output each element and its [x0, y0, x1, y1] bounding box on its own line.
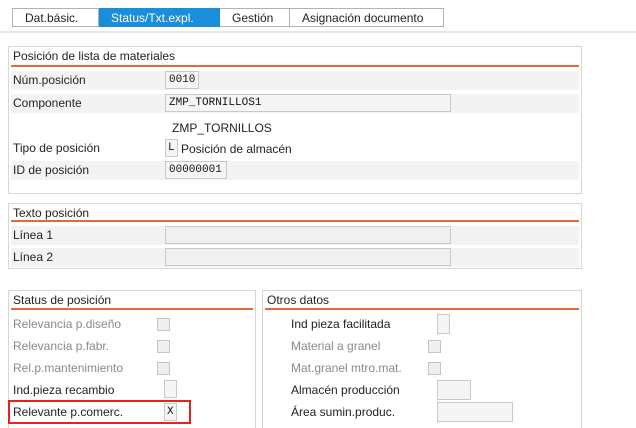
tab-dat-basic[interactable]: Dat.básic.	[12, 8, 99, 27]
texto-posicion-panel: Texto posición Línea 1 Línea 2	[8, 203, 582, 269]
relevancia-diseno-label: Relevancia p.diseño	[13, 317, 122, 331]
materials-panel: Posición de lista de materiales Núm.posi…	[8, 46, 582, 194]
almacen-produccion-label: Almacén producción	[291, 383, 400, 397]
otros-datos-title: Otros datos	[267, 293, 330, 307]
mat-granel-mtro-label: Mat.granel mtro.mat.	[291, 361, 402, 375]
rel-mantenimiento-checkbox[interactable]	[157, 362, 170, 375]
highlight-box	[8, 400, 191, 424]
ind-pieza-facilitada-field[interactable]	[437, 314, 450, 334]
area-sumin-produc-field[interactable]	[437, 402, 513, 422]
componente-field[interactable]: ZMP_TORNILLOS1	[165, 94, 451, 112]
linea-1-input[interactable]	[165, 226, 451, 244]
tab-divider	[0, 31, 636, 33]
status-posicion-title: Status de posición	[13, 293, 112, 307]
otros-datos-rule	[265, 308, 579, 310]
id-posicion-field[interactable]: 00000001	[165, 161, 227, 179]
texto-posicion-rule	[11, 220, 579, 222]
linea-1-label: Línea 1	[13, 228, 54, 242]
almacen-produccion-field[interactable]	[437, 380, 471, 400]
rel-mantenimiento-label: Rel.p.mantenimiento	[13, 361, 124, 375]
area-sumin-produc-label: Área sumin.produc.	[291, 405, 396, 419]
material-granel-label: Material a granel	[291, 339, 381, 353]
status-posicion-rule	[11, 308, 253, 310]
num-posicion-field[interactable]: 0010	[165, 71, 199, 89]
ind-pieza-facilitada-label: Ind pieza facilitada	[291, 317, 391, 331]
ind-pieza-recambio-label: Ind.pieza recambio	[13, 383, 115, 397]
tipo-posicion-label: Tipo de posición	[13, 141, 100, 155]
material-granel-checkbox[interactable]	[428, 340, 441, 353]
relevancia-fabr-label: Relevancia p.fabr.	[13, 339, 110, 353]
tab-asignacion-documento[interactable]: Asignación documento	[290, 8, 444, 27]
texto-posicion-title: Texto posición	[13, 206, 90, 220]
componente-description: ZMP_TORNILLOS	[172, 121, 272, 135]
id-posicion-label: ID de posición	[13, 163, 90, 177]
tab-status-txt-expl[interactable]: Status/Txt.expl.	[99, 8, 220, 27]
mat-granel-mtro-checkbox[interactable]	[428, 362, 441, 375]
materials-panel-title: Posición de lista de materiales	[13, 49, 176, 63]
linea-2-input[interactable]	[165, 248, 451, 266]
otros-datos-panel: Otros datos Ind pieza facilitada Materia…	[262, 290, 582, 428]
num-posicion-label: Núm.posición	[13, 73, 86, 87]
ind-pieza-recambio-field[interactable]	[164, 380, 177, 398]
componente-label: Componente	[13, 96, 82, 110]
relevancia-diseno-checkbox[interactable]	[157, 318, 170, 331]
tipo-posicion-description: Posición de almacén	[181, 142, 292, 156]
materials-panel-rule	[11, 65, 579, 67]
tab-strip: Dat.básic. Status/Txt.expl. Gestión Asig…	[12, 8, 444, 27]
linea-2-label: Línea 2	[13, 250, 54, 264]
tipo-posicion-field[interactable]: L	[165, 139, 178, 157]
tab-gestion[interactable]: Gestión	[220, 8, 290, 27]
relevancia-fabr-checkbox[interactable]	[157, 340, 170, 353]
